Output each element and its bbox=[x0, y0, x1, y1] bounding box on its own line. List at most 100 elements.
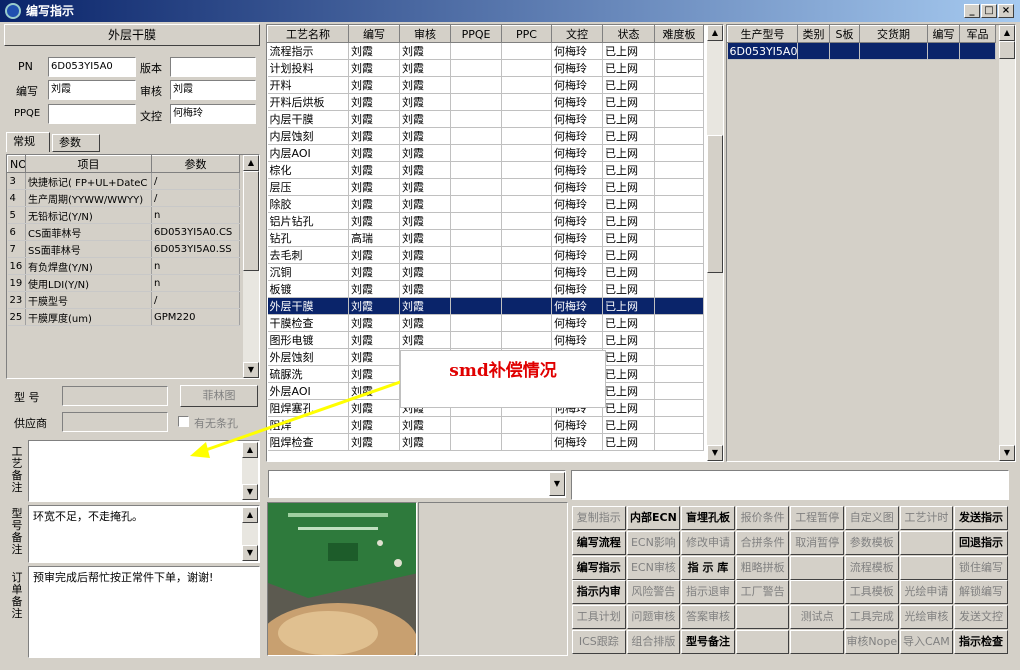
process-cell[interactable] bbox=[450, 263, 502, 281]
process-row[interactable]: 棕化 刘霞 刘霞 何梅玲 已上网 bbox=[267, 161, 704, 179]
process-cell[interactable]: 何梅玲 bbox=[551, 93, 603, 111]
production-cell[interactable]: 6D053YI5A0 bbox=[727, 42, 798, 60]
param-cell-no[interactable]: 25 bbox=[7, 308, 26, 326]
param-cell-val[interactable]: 6D053YI5A0.CS bbox=[151, 223, 240, 241]
ppqe-field[interactable] bbox=[48, 104, 136, 124]
process-cell[interactable]: 铝片钻孔 bbox=[267, 212, 349, 230]
process-cell[interactable]: 已上网 bbox=[602, 161, 655, 179]
process-cell[interactable]: 何梅玲 bbox=[551, 433, 603, 451]
process-cell[interactable]: 何梅玲 bbox=[551, 195, 603, 213]
param-cell-item[interactable]: 干膜型号 bbox=[25, 291, 152, 309]
process-cell[interactable]: 刘霞 bbox=[348, 161, 400, 179]
process-cell[interactable]: 刘霞 bbox=[348, 195, 400, 213]
process-cell[interactable]: 刘霞 bbox=[348, 59, 400, 77]
process-cell[interactable]: 已上网 bbox=[602, 42, 655, 60]
action-button[interactable]: 复制指示 bbox=[572, 506, 626, 530]
action-button[interactable]: 指 示 库 bbox=[681, 555, 735, 580]
process-cell[interactable] bbox=[501, 76, 552, 94]
param-cell-val[interactable]: 6D053YI5A0.SS bbox=[151, 240, 240, 258]
process-cell[interactable] bbox=[501, 229, 552, 247]
process-row[interactable]: 干膜检查 刘霞 刘霞 何梅玲 已上网 bbox=[267, 314, 704, 332]
process-cell[interactable]: 已上网 bbox=[602, 76, 655, 94]
process-cell[interactable] bbox=[450, 59, 502, 77]
chevron-down-icon[interactable]: ▼ bbox=[549, 472, 565, 496]
process-cell[interactable] bbox=[654, 433, 704, 451]
action-button[interactable]: 修改申请 bbox=[681, 530, 735, 555]
process-cell[interactable]: 内层AOI bbox=[267, 144, 349, 162]
action-button[interactable]: 报价条件 bbox=[735, 506, 790, 530]
process-cell[interactable]: 已上网 bbox=[602, 212, 655, 230]
process-cell[interactable]: 刘霞 bbox=[348, 314, 400, 332]
process-cell[interactable]: 棕化 bbox=[267, 161, 349, 179]
model-field[interactable] bbox=[62, 386, 168, 406]
process-cell[interactable]: 何梅玲 bbox=[551, 297, 603, 315]
process-cell[interactable] bbox=[654, 93, 704, 111]
param-cell-no[interactable]: 7 bbox=[7, 240, 26, 258]
production-col-header[interactable]: 类别 bbox=[797, 25, 830, 43]
process-cell[interactable]: 已上网 bbox=[602, 314, 655, 332]
process-cell[interactable]: 已上网 bbox=[602, 246, 655, 264]
process-col-header[interactable]: 审核 bbox=[399, 25, 451, 43]
process-cell[interactable] bbox=[501, 416, 552, 434]
scroll-thumb[interactable] bbox=[707, 135, 723, 273]
process-cell[interactable]: 干膜检查 bbox=[267, 314, 349, 332]
param-cell-no[interactable]: 4 bbox=[7, 189, 26, 207]
action-button[interactable]: 内部ECN bbox=[626, 506, 681, 530]
process-cell[interactable]: 刘霞 bbox=[399, 263, 451, 281]
process-row[interactable]: 去毛刺 刘霞 刘霞 何梅玲 已上网 bbox=[267, 246, 704, 264]
process-cell[interactable]: 何梅玲 bbox=[551, 161, 603, 179]
process-col-header[interactable]: PPQE bbox=[450, 25, 502, 43]
process-cell[interactable]: 刘霞 bbox=[348, 93, 400, 111]
scroll-up-icon[interactable]: ▲ bbox=[242, 507, 258, 523]
process-cell[interactable]: 刘霞 bbox=[348, 144, 400, 162]
action-button[interactable]: 导入CAM bbox=[899, 630, 954, 654]
process-cell[interactable]: 刘霞 bbox=[348, 246, 400, 264]
process-cell[interactable]: 刘霞 bbox=[399, 314, 451, 332]
process-col-header[interactable]: 工艺名称 bbox=[267, 25, 349, 43]
process-cell[interactable]: 内层蚀刻 bbox=[267, 127, 349, 145]
process-row[interactable]: 流程指示 刘霞 刘霞 何梅玲 已上网 bbox=[267, 42, 704, 60]
process-cell[interactable]: 已上网 bbox=[602, 382, 655, 400]
process-col-header[interactable]: 难度板 bbox=[654, 25, 704, 43]
production-row[interactable]: 6D053YI5A0 bbox=[727, 42, 996, 60]
action-button[interactable]: 盲埋孔板 bbox=[681, 506, 735, 530]
process-cell[interactable]: 刘霞 bbox=[348, 127, 400, 145]
param-row[interactable]: 3 快捷标记( FP+UL+DateC / bbox=[7, 172, 240, 190]
process-cell[interactable] bbox=[450, 229, 502, 247]
action-button[interactable]: 组合排版 bbox=[626, 630, 681, 654]
tab-params[interactable]: 参数 bbox=[52, 134, 100, 152]
reviewer-field[interactable]: 刘霞 bbox=[170, 80, 256, 100]
process-scrollbar[interactable]: ▲ ▼ bbox=[707, 25, 723, 461]
process-cell[interactable] bbox=[450, 212, 502, 230]
process-cell[interactable] bbox=[654, 144, 704, 162]
action-button[interactable]: 工具模板 bbox=[845, 580, 899, 605]
action-button[interactable]: 指示检查 bbox=[954, 630, 1008, 654]
process-cell[interactable]: 刘霞 bbox=[399, 144, 451, 162]
process-cell[interactable] bbox=[450, 161, 502, 179]
process-cell[interactable]: 已上网 bbox=[602, 59, 655, 77]
param-cell-no[interactable]: 23 bbox=[7, 291, 26, 309]
process-cell[interactable] bbox=[654, 110, 704, 128]
process-cell[interactable]: 计划投料 bbox=[267, 59, 349, 77]
action-button[interactable]: 工艺计时 bbox=[899, 506, 954, 530]
process-cell[interactable]: 开料后烘板 bbox=[267, 93, 349, 111]
minimize-button[interactable]: _ bbox=[964, 4, 980, 18]
process-cell[interactable] bbox=[654, 42, 704, 60]
action-button[interactable]: 参数模板 bbox=[845, 530, 899, 555]
tab-general[interactable]: 常规 bbox=[6, 132, 50, 152]
process-cell[interactable] bbox=[654, 127, 704, 145]
process-cell[interactable]: 刘霞 bbox=[348, 42, 400, 60]
scroll-up-icon[interactable]: ▲ bbox=[243, 155, 259, 171]
process-cell[interactable]: 刘霞 bbox=[348, 297, 400, 315]
process-cell[interactable] bbox=[501, 297, 552, 315]
process-cell[interactable]: 已上网 bbox=[602, 433, 655, 451]
param-cell-no[interactable]: 6 bbox=[7, 223, 26, 241]
action-button[interactable]: 审核Nope bbox=[845, 630, 899, 654]
action-button[interactable]: 粗略拼板 bbox=[735, 555, 790, 580]
action-button[interactable]: 工厂警告 bbox=[735, 580, 790, 605]
action-button[interactable]: 发送指示 bbox=[954, 506, 1008, 530]
production-cell[interactable] bbox=[959, 42, 996, 60]
process-cell[interactable] bbox=[450, 76, 502, 94]
param-cell-item[interactable]: SS面菲林号 bbox=[25, 240, 152, 258]
process-cell[interactable] bbox=[654, 314, 704, 332]
